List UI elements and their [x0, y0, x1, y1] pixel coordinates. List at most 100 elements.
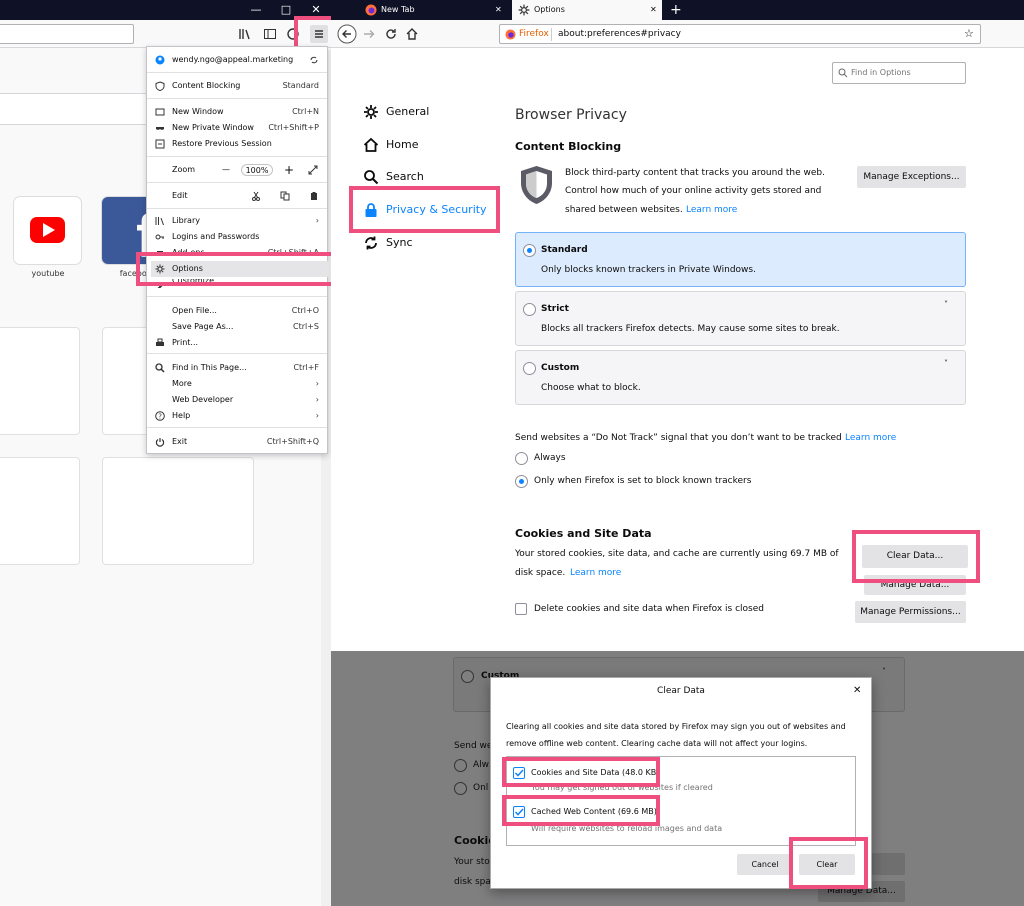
custom-radio[interactable]: [523, 362, 536, 375]
gear-icon: [518, 4, 530, 16]
cut-icon[interactable]: [251, 191, 261, 201]
delete-on-close-checkbox[interactable]: [515, 603, 527, 615]
menu-new-private-window[interactable]: New Private Window Ctrl+Shift+P: [147, 120, 327, 136]
menu-restore-session[interactable]: Restore Previous Session: [147, 136, 327, 152]
url-identity: Firefox: [519, 29, 549, 39]
menu-web-developer[interactable]: Web Developer ›: [147, 392, 327, 408]
maximize-button[interactable]: □: [276, 2, 296, 18]
menu-open-file[interactable]: Open File... Ctrl+O: [147, 303, 327, 319]
menu-label: Exit: [172, 437, 188, 446]
cookies-learn-more[interactable]: Learn more: [570, 568, 621, 578]
menu-save-page[interactable]: Save Page As... Ctrl+S: [147, 319, 327, 335]
blocking-option-custom[interactable]: Custom Choose what to block. ˅: [515, 350, 966, 405]
blocking-option-strict[interactable]: Strict Blocks all trackers Firefox detec…: [515, 291, 966, 346]
sync-icon[interactable]: [309, 55, 319, 65]
dialog-intro-2: remove offline web content. Clearing cac…: [506, 739, 808, 748]
left-title-bar: — □ ✕: [0, 0, 331, 20]
top-site-youtube[interactable]: [14, 197, 81, 264]
youtube-icon: [30, 217, 65, 243]
zoom-in-button[interactable]: +: [284, 162, 294, 178]
strict-radio[interactable]: [523, 303, 536, 316]
tab-options[interactable]: Options ✕: [512, 0, 662, 20]
content-blocking-desc-3: shared between websites.: [565, 205, 683, 215]
close-tab-icon[interactable]: ✕: [495, 0, 502, 20]
menu-library[interactable]: Library ›: [147, 213, 327, 229]
paste-icon[interactable]: [309, 191, 319, 201]
menu-new-window[interactable]: New Window Ctrl+N: [147, 104, 327, 120]
manage-exceptions-button[interactable]: Manage Exceptions...: [857, 166, 966, 188]
fullscreen-icon[interactable]: [308, 165, 318, 175]
forward-icon[interactable]: [362, 27, 376, 41]
tile-label: youtube: [31, 269, 65, 278]
menu-print[interactable]: Print...: [147, 335, 327, 351]
home-icon[interactable]: [405, 27, 419, 41]
privacy-highlight-box: [349, 186, 500, 233]
search-icon: [838, 68, 848, 78]
menu-label: Open File...: [172, 306, 217, 315]
clear-highlight-box: [789, 837, 868, 889]
private-mask-icon: [156, 127, 164, 130]
menu-exit[interactable]: Exit Ctrl+Shift+Q: [147, 434, 327, 450]
cancel-button[interactable]: Cancel: [737, 854, 793, 875]
menu-logins[interactable]: Logins and Passwords: [147, 229, 327, 245]
left-browser-window: — □ ✕ youtube f facebook wendy.ngo@appea…: [0, 0, 331, 906]
empty-tile[interactable]: [102, 457, 254, 565]
menu-find[interactable]: Find in This Page... Ctrl+F: [147, 360, 327, 376]
option-title: Standard: [541, 245, 588, 255]
zoom-out-button[interactable]: —: [222, 162, 230, 178]
blocking-option-standard[interactable]: Standard Only blocks known trackers in P…: [515, 232, 966, 287]
menu-help[interactable]: ? Help ›: [147, 408, 327, 424]
dnt-learn-more[interactable]: Learn more: [845, 433, 896, 443]
dialog-close-button[interactable]: ✕: [853, 685, 861, 696]
standard-radio[interactable]: [523, 244, 536, 257]
minimize-button[interactable]: —: [246, 2, 266, 18]
chevron-right-icon: ›: [315, 411, 319, 420]
menu-shortcut: Ctrl+Shift+P: [268, 123, 319, 132]
menu-label: Find in This Page...: [172, 363, 247, 372]
dnt-only-radio[interactable]: [515, 475, 528, 488]
restore-icon: [155, 139, 165, 149]
dim-button: [871, 853, 905, 875]
menu-label: Web Developer: [172, 395, 234, 404]
app-menu: wendy.ngo@appeal.marketing Content Block…: [146, 46, 329, 454]
content-blocking-desc-2: Control how much of your online activity…: [565, 186, 822, 196]
options-highlight-box: [136, 252, 342, 286]
url-bar[interactable]: Firefox about:preferences#privacy ☆: [499, 24, 981, 44]
power-icon: [155, 438, 165, 447]
empty-tile[interactable]: [0, 327, 80, 435]
option-title: Strict: [541, 304, 569, 314]
menu-more[interactable]: More ›: [147, 376, 327, 392]
cookies-highlight-box: [502, 757, 660, 787]
bookmark-star-icon[interactable]: ☆: [964, 25, 974, 43]
menu-content-blocking[interactable]: Content Blocking Standard: [147, 78, 327, 94]
cookies-usage-1: Your stored cookies, site data, and cach…: [515, 549, 839, 559]
chevron-down-icon[interactable]: ˅: [944, 359, 948, 368]
delete-on-close-label: Delete cookies and site data when Firefo…: [534, 604, 764, 614]
find-in-options-input[interactable]: Find in Options: [832, 62, 966, 84]
chevron-down-icon[interactable]: ˅: [944, 300, 948, 309]
zoom-reset-button[interactable]: 100%: [241, 164, 273, 176]
left-url-bar[interactable]: [0, 24, 134, 44]
copy-icon[interactable]: [280, 191, 290, 201]
menu-account[interactable]: wendy.ngo@appeal.marketing: [147, 52, 327, 68]
reload-icon[interactable]: [384, 27, 398, 41]
shield-icon: [155, 81, 165, 91]
empty-tile[interactable]: [102, 327, 150, 435]
tab-new-tab[interactable]: New Tab ✕: [361, 0, 511, 20]
dnt-always-label: Always: [534, 453, 566, 463]
sidebar-icon[interactable]: [263, 27, 277, 41]
manage-permissions-button[interactable]: Manage Permissions...: [855, 601, 966, 623]
menu-zoom: Zoom — 100% +: [147, 162, 327, 178]
close-tab-icon[interactable]: ✕: [650, 0, 657, 20]
menu-label: Print...: [172, 338, 199, 347]
dnt-always-radio[interactable]: [515, 452, 528, 465]
content-blocking-desc-1: Block third-party content that tracks yo…: [565, 168, 825, 178]
menu-label: Logins and Passwords: [172, 232, 260, 241]
user-icon: [155, 55, 165, 65]
empty-tile[interactable]: [0, 457, 80, 565]
content-blocking-learn-more[interactable]: Learn more: [686, 205, 737, 215]
library-icon[interactable]: [238, 27, 252, 41]
back-icon[interactable]: [337, 24, 357, 44]
search-icon: [155, 363, 165, 373]
new-tab-button[interactable]: +: [670, 0, 686, 20]
